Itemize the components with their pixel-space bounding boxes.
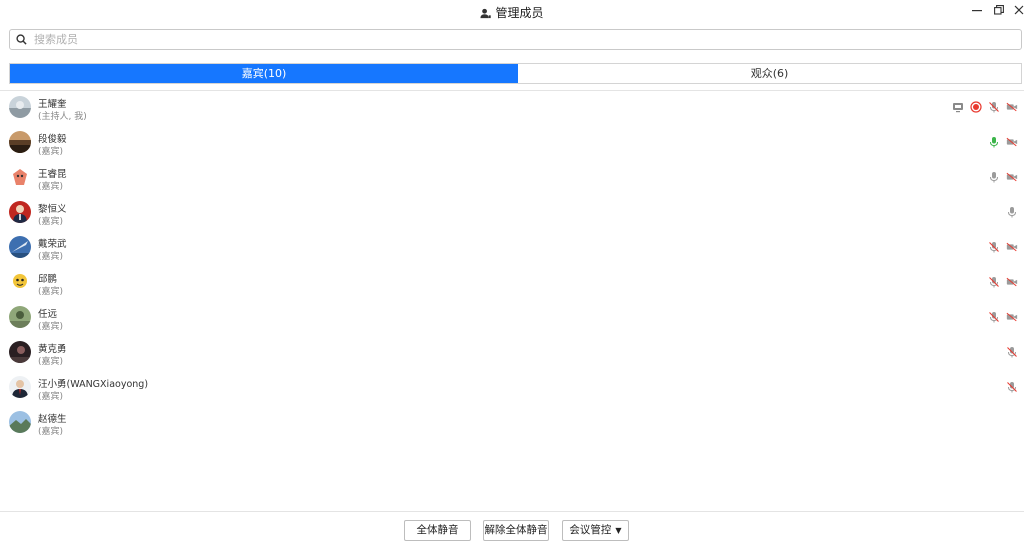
camera-off-icon[interactable] (1006, 311, 1018, 323)
avatar (9, 306, 31, 328)
mic-muted-icon[interactable] (988, 241, 1000, 253)
camera-off-icon[interactable] (1006, 171, 1018, 183)
member-tabs: 嘉宾(10) 观众(6) (9, 63, 1022, 84)
camera-off-icon[interactable] (1006, 136, 1018, 148)
mic-muted-icon[interactable] (988, 276, 1000, 288)
avatar (9, 341, 31, 363)
member-role: (嘉宾) (38, 357, 64, 367)
minimize-button[interactable] (968, 2, 986, 20)
member-row[interactable]: 戴荣武 (嘉宾) (0, 234, 1024, 269)
camera-off-icon[interactable] (1006, 241, 1018, 253)
member-name: 戴荣武 (38, 239, 67, 250)
member-list: 王耀奎 (主持人, 我) 段俊毅 (嘉宾) 王睿昆 (嘉宾) 黎恒义 (嘉宾) … (0, 94, 1024, 444)
mic-muted-icon[interactable] (1006, 381, 1018, 393)
tab-guests[interactable]: 嘉宾(10) (10, 64, 518, 83)
avatar (9, 271, 31, 293)
member-role: (嘉宾) (38, 217, 64, 227)
avatar (9, 236, 31, 258)
minimize-icon (972, 10, 982, 12)
title-bar: 管理成员 (0, 0, 1024, 24)
member-role: (嘉宾) (38, 252, 64, 262)
member-name: 黎恒义 (38, 204, 67, 215)
restore-icon (994, 5, 1004, 15)
avatar (9, 411, 31, 433)
avatar (9, 96, 31, 118)
meeting-control-button[interactable]: 会议管控 ▼ (562, 520, 629, 541)
member-name: 黄克勇 (38, 344, 67, 355)
member-role: (主持人, 我) (38, 112, 87, 122)
record-icon[interactable] (970, 101, 982, 113)
window-title: 管理成员 (0, 4, 1024, 21)
member-row[interactable]: 王耀奎 (主持人, 我) (0, 94, 1024, 129)
member-role: (嘉宾) (38, 287, 64, 297)
divider (0, 90, 1024, 91)
member-name: 汪小勇(WANGXiaoyong) (38, 379, 149, 390)
member-row[interactable]: 黄克勇 (嘉宾) (0, 339, 1024, 374)
member-name: 王耀奎 (38, 99, 67, 110)
member-name: 任远 (38, 309, 58, 320)
unmute-all-button[interactable]: 解除全体静音 (483, 520, 549, 541)
member-row[interactable]: 王睿昆 (嘉宾) (0, 164, 1024, 199)
member-role: (嘉宾) (38, 182, 64, 192)
tab-audience[interactable]: 观众(6) (518, 64, 1021, 83)
member-name: 段俊毅 (38, 134, 67, 145)
member-row[interactable]: 赵德生 (嘉宾) (0, 409, 1024, 444)
member-row[interactable]: 汪小勇(WANGXiaoyong) (嘉宾) (0, 374, 1024, 409)
member-role: (嘉宾) (38, 147, 64, 157)
member-role: (嘉宾) (38, 427, 64, 437)
user-icon (480, 8, 492, 19)
screen-share-icon[interactable] (952, 101, 964, 113)
mic-active-icon[interactable] (988, 136, 1000, 148)
caret-down-icon: ▼ (615, 526, 622, 535)
search-box (9, 29, 1022, 50)
divider (0, 511, 1024, 512)
avatar (9, 201, 31, 223)
mic-muted-icon[interactable] (1006, 346, 1018, 358)
member-row[interactable]: 黎恒义 (嘉宾) (0, 199, 1024, 234)
member-role: (嘉宾) (38, 322, 64, 332)
member-row[interactable]: 段俊毅 (嘉宾) (0, 129, 1024, 164)
search-input[interactable] (34, 31, 994, 48)
member-name: 赵德生 (38, 414, 67, 425)
restore-button[interactable] (990, 2, 1008, 20)
avatar (9, 376, 31, 398)
member-role: (嘉宾) (38, 392, 64, 402)
camera-off-icon[interactable] (1006, 101, 1018, 113)
avatar (9, 131, 31, 153)
mic-icon[interactable] (1006, 206, 1018, 218)
close-button[interactable] (1010, 2, 1024, 20)
close-icon (1014, 5, 1024, 15)
member-name: 王睿昆 (38, 169, 67, 180)
member-row[interactable]: 任远 (嘉宾) (0, 304, 1024, 339)
member-name: 邱鹏 (38, 274, 58, 285)
mute-all-button[interactable]: 全体静音 (404, 520, 471, 541)
avatar (9, 166, 31, 188)
mic-muted-icon[interactable] (988, 311, 1000, 323)
window-title-text: 管理成员 (495, 6, 544, 20)
meeting-control-label: 会议管控 (569, 524, 612, 536)
search-icon (16, 34, 27, 45)
member-row[interactable]: 邱鹏 (嘉宾) (0, 269, 1024, 304)
camera-off-icon[interactable] (1006, 276, 1018, 288)
mic-muted-icon[interactable] (988, 101, 1000, 113)
mic-icon[interactable] (988, 171, 1000, 183)
